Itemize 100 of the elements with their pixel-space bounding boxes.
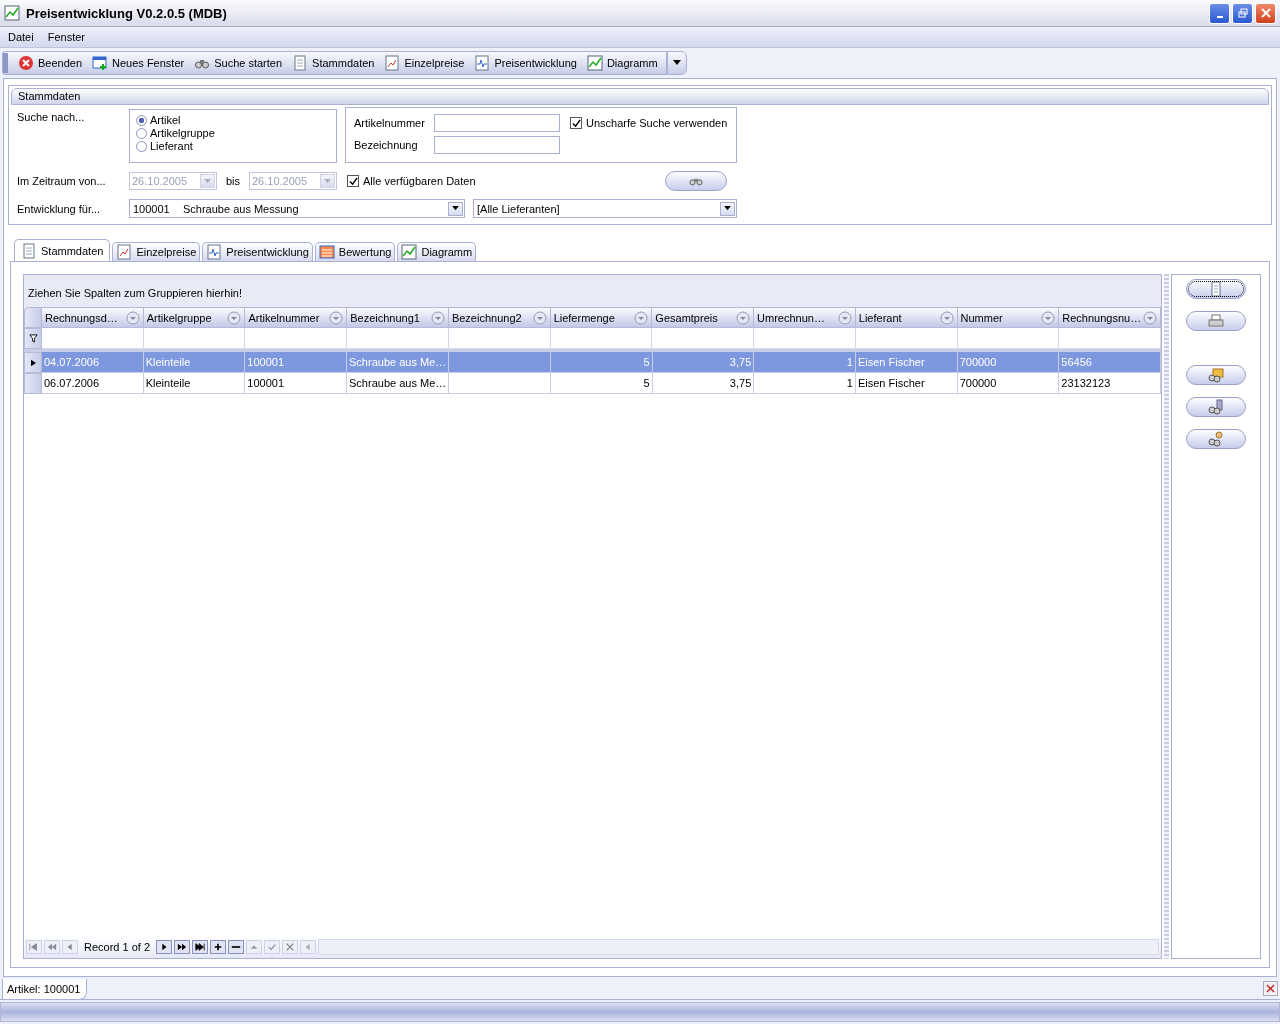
left-arrow-icon <box>65 943 75 951</box>
toolbar-button[interactable]: Preisentwicklung <box>470 53 581 73</box>
dropdown-icon <box>329 310 344 325</box>
dropdown-icon <box>736 310 751 325</box>
splitter-handle[interactable] <box>1164 274 1169 959</box>
filter-cell[interactable] <box>754 328 856 349</box>
article-dropdown[interactable]: 100001 Schraube aus Messung <box>129 199 465 218</box>
dropdown-icon <box>227 310 242 325</box>
toolbar-overflow-button[interactable] <box>666 51 687 75</box>
toolbar-button[interactable]: Suche starten <box>190 53 287 73</box>
radio-button[interactable]: Lieferant <box>136 140 330 152</box>
column-header[interactable]: Liefermenge <box>550 307 653 328</box>
toolbar-button[interactable]: Stammdaten <box>288 53 379 73</box>
period-label: Im Zeitraum von... <box>17 175 107 187</box>
cancel-record-button[interactable] <box>282 940 299 954</box>
filter-cell[interactable] <box>550 328 653 349</box>
prev-record-button[interactable] <box>62 940 78 954</box>
checkmark-icon <box>267 943 278 951</box>
caret-icon <box>672 60 681 66</box>
radio-button[interactable]: Artikel <box>136 114 330 126</box>
column-header[interactable]: Artikelgruppe <box>143 307 246 328</box>
tab[interactable]: Preisentwicklung <box>202 242 313 261</box>
status-tab[interactable]: Artikel: 100001 <box>2 979 88 1000</box>
minimize-button[interactable] <box>1209 2 1230 24</box>
toolbar-button[interactable]: Beenden <box>14 53 87 73</box>
radio-button[interactable]: Artikelgruppe <box>136 127 330 139</box>
horizontal-scrollbar[interactable] <box>318 939 1159 955</box>
filter-cell[interactable] <box>957 328 1060 349</box>
nextpage-record-button[interactable] <box>174 940 191 954</box>
column-header[interactable]: Umrechnun… <box>754 307 856 328</box>
table-cell: 100001 <box>245 373 348 394</box>
filter-cell[interactable] <box>245 328 348 349</box>
first-record-button[interactable] <box>26 940 42 954</box>
printer-icon <box>1208 313 1224 329</box>
filter-cell[interactable] <box>347 328 449 349</box>
column-header[interactable]: Gesamtpreis <box>652 307 755 328</box>
document-icon <box>21 242 37 259</box>
current-row-icon <box>30 358 36 367</box>
side-button[interactable] <box>1186 279 1246 299</box>
all-data-checkbox[interactable]: Alle verfügbaren Daten <box>347 172 665 190</box>
add-record-button[interactable] <box>210 940 227 954</box>
panel-header: Stammdaten <box>11 88 1269 105</box>
column-header[interactable]: Lieferant <box>855 307 958 328</box>
table-row[interactable]: 06.07.2006 Kleinteile 100001 Schraube aus Me… 5 3,75 1 Eisen Fischer 700000 23132123 <box>24 373 1161 394</box>
filter-cell[interactable] <box>855 328 958 349</box>
skip-forward-icon <box>195 943 206 951</box>
close-tab-button[interactable] <box>1263 981 1278 996</box>
toolbar-grip[interactable] <box>3 53 8 73</box>
search-button[interactable] <box>665 171 727 191</box>
column-header[interactable]: Bezeichnung2 <box>448 307 551 328</box>
back-record-button[interactable] <box>300 940 317 954</box>
toolbar-button[interactable]: Diagramm <box>582 53 662 73</box>
close-button[interactable] <box>1255 2 1276 24</box>
tab[interactable]: Bewertung <box>314 242 396 261</box>
up-arrow-icon <box>249 943 260 951</box>
development-label: Entwicklung für... <box>17 202 102 215</box>
wave-document-icon <box>206 244 223 260</box>
document-icon <box>292 55 309 71</box>
tab[interactable]: Einzelpreise <box>112 242 201 261</box>
supplier-dropdown[interactable]: [Alle Lieferanten] <box>473 199 737 218</box>
table-cell: 5 <box>550 373 653 394</box>
filter-cell[interactable] <box>1059 328 1161 349</box>
column-header[interactable]: Nummer <box>957 307 1060 328</box>
input-field[interactable] <box>434 114 560 132</box>
restore-button[interactable] <box>1232 2 1253 24</box>
dropdown-icon <box>125 310 140 325</box>
next-record-button[interactable] <box>156 940 173 954</box>
plus-icon <box>213 943 224 951</box>
minus-icon <box>231 943 242 951</box>
tab[interactable]: Stammdaten <box>14 239 111 261</box>
toolbar-button[interactable]: Einzelpreise <box>380 53 469 73</box>
input-field[interactable] <box>434 136 560 154</box>
menu-item[interactable]: Fenster <box>47 31 85 43</box>
column-header[interactable]: Rechnungsnu… <box>1059 307 1161 328</box>
binoculars-icon <box>689 176 703 186</box>
ok-record-button[interactable] <box>264 940 281 954</box>
last-record-button[interactable] <box>192 940 209 954</box>
calendar-icon <box>318 244 335 260</box>
dropdown-icon <box>1041 310 1056 325</box>
filter-cell[interactable] <box>42 328 144 349</box>
chart-icon <box>4 5 20 21</box>
prevpage-record-button[interactable] <box>44 940 60 954</box>
menu-item[interactable]: Datei <box>8 31 34 43</box>
remove-record-button[interactable] <box>228 940 245 954</box>
fuzzy-search-checkbox[interactable]: Unscharfe Suche verwenden <box>570 114 728 132</box>
filter-cell[interactable] <box>143 328 246 349</box>
column-header[interactable]: Bezeichnung1 <box>347 307 449 328</box>
tab[interactable]: Diagramm <box>397 242 477 261</box>
dropdown-icon <box>1143 310 1158 325</box>
chart-icon <box>401 244 418 260</box>
toolbar-button[interactable]: Neues Fenster <box>88 53 189 73</box>
filter-cell[interactable] <box>652 328 755 349</box>
column-header[interactable]: Rechnungsd… <box>42 307 144 328</box>
dropdown-icon <box>532 310 547 325</box>
row-header[interactable] <box>24 352 42 373</box>
caret-icon <box>724 206 731 211</box>
table-cell: 700000 <box>957 373 1060 394</box>
column-header[interactable]: Artikelnummer <box>245 307 348 328</box>
filter-cell[interactable] <box>448 328 551 349</box>
close-icon <box>1266 984 1275 993</box>
